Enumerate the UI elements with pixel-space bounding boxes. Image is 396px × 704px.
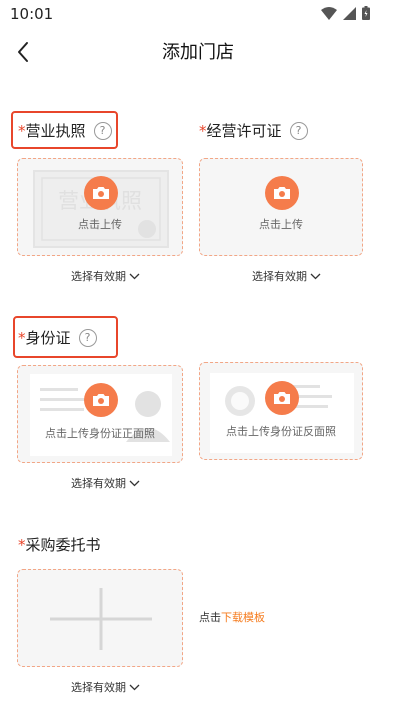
operating-permit-validity-select[interactable]: 选择有效期 xyxy=(252,268,321,284)
upload-text: 点击上传身份证反面照 xyxy=(226,425,336,438)
business-license-upload[interactable]: 营业执照 点击上传 xyxy=(17,158,183,256)
page-title: 添加门店 xyxy=(162,42,234,63)
download-template-link[interactable]: 下载模板 xyxy=(221,611,265,624)
status-time: 10:01 xyxy=(10,5,54,23)
upload-text: 点击上传 xyxy=(259,218,303,231)
upload-text: 点击上传 xyxy=(78,218,122,231)
required-star: * xyxy=(199,122,207,140)
validity-label: 选择有效期 xyxy=(71,681,126,694)
status-icons xyxy=(321,6,370,20)
camera-icon xyxy=(274,392,290,404)
chevron-down-icon xyxy=(129,684,140,690)
upload-text: 点击上传身份证正面照 xyxy=(45,427,155,440)
camera-button[interactable] xyxy=(265,381,299,415)
business-license-validity-select[interactable]: 选择有效期 xyxy=(71,268,140,284)
download-hint: 点击下载模板 xyxy=(199,609,265,625)
purchase-authorization-label: 采购委托书 xyxy=(25,536,101,554)
validity-label: 选择有效期 xyxy=(252,270,307,283)
operating-permit-label: 经营许可证 xyxy=(206,122,282,140)
purchase-authorization-title: *采购委托书 xyxy=(18,534,101,555)
camera-icon xyxy=(93,187,109,199)
camera-button[interactable] xyxy=(265,176,299,210)
help-circle-icon[interactable]: ? xyxy=(78,328,97,347)
operating-permit-title: *经营许可证 ? xyxy=(199,120,308,141)
download-hint-prefix: 点击 xyxy=(199,611,221,624)
camera-button[interactable] xyxy=(84,176,118,210)
required-star: * xyxy=(18,329,26,347)
id-card-validity-select[interactable]: 选择有效期 xyxy=(71,475,140,491)
chevron-down-icon xyxy=(310,273,321,279)
id-card-front-upload[interactable]: 点击上传身份证正面照 xyxy=(17,365,183,463)
signal-icon xyxy=(343,6,356,20)
camera-button[interactable] xyxy=(84,383,118,417)
required-star: * xyxy=(18,122,26,140)
camera-icon xyxy=(274,187,290,199)
plus-icon xyxy=(50,588,152,650)
chevron-down-icon xyxy=(129,273,140,279)
help-circle-icon[interactable]: ? xyxy=(289,121,308,140)
validity-label: 选择有效期 xyxy=(71,270,126,283)
business-license-title: *营业执照 ? xyxy=(18,120,112,141)
wifi-icon xyxy=(321,6,337,20)
camera-icon xyxy=(93,394,109,406)
nav-bar: 添加门店 xyxy=(0,28,396,72)
battery-icon xyxy=(362,6,370,20)
id-card-back-upload[interactable]: 点击上传身份证反面照 xyxy=(199,362,363,460)
id-card-title: *身份证 ? xyxy=(18,327,97,348)
help-circle-icon[interactable]: ? xyxy=(93,121,112,140)
purchase-authorization-upload[interactable] xyxy=(17,569,183,667)
validity-label: 选择有效期 xyxy=(71,477,126,490)
chevron-down-icon xyxy=(129,480,140,486)
id-card-label: 身份证 xyxy=(25,329,71,347)
required-star: * xyxy=(18,536,26,554)
purchase-authorization-validity-select[interactable]: 选择有效期 xyxy=(71,679,140,695)
business-license-label: 营业执照 xyxy=(25,122,86,140)
operating-permit-upload[interactable]: 点击上传 xyxy=(199,158,363,256)
status-bar: 10:01 xyxy=(0,0,396,28)
